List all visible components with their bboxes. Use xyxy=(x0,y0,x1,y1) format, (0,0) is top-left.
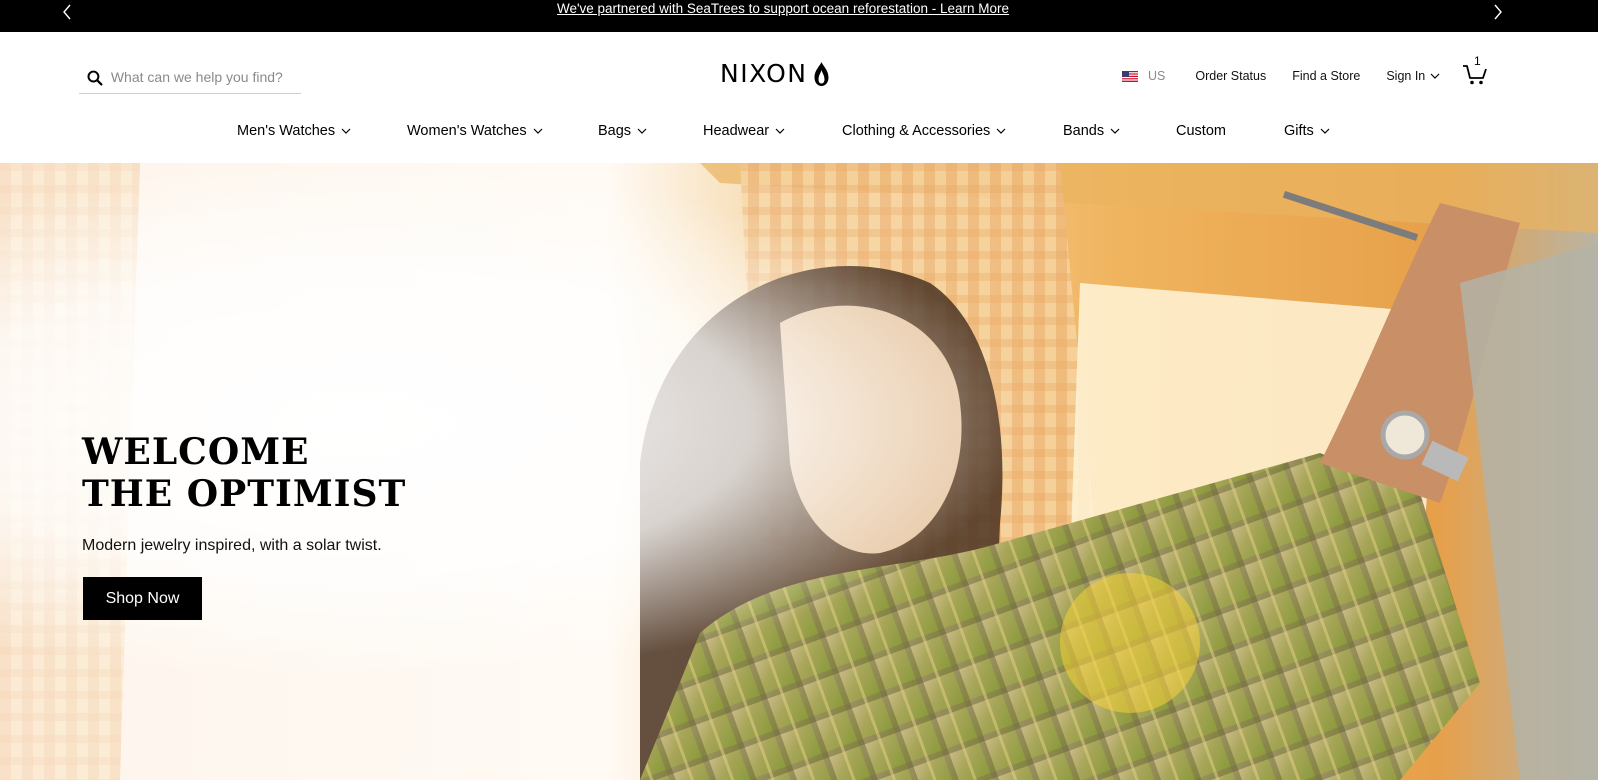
hero-subtitle: Modern jewelry inspired, with a solar tw… xyxy=(82,537,382,554)
find-store-link[interactable]: Find a Store xyxy=(1292,69,1360,83)
locale-selector[interactable]: US xyxy=(1122,69,1165,83)
nav-item-label: Bands xyxy=(1063,123,1105,139)
chevron-down-icon xyxy=(1110,128,1120,134)
shop-now-button[interactable]: Shop Now xyxy=(83,577,202,620)
chevron-right-icon[interactable] xyxy=(1488,2,1508,22)
chevron-down-icon xyxy=(1320,128,1330,134)
hero-headline-line2: THE OPTIMIST xyxy=(82,473,407,515)
nav-item-womens-watches[interactable]: Women's Watches xyxy=(407,123,543,139)
nav-item-bands[interactable]: Bands xyxy=(1063,123,1120,139)
us-flag-icon xyxy=(1122,70,1138,82)
nav-item-label: Clothing & Accessories xyxy=(842,123,991,139)
chevron-down-icon xyxy=(1430,73,1440,79)
flame-logo-icon xyxy=(814,62,829,86)
search-icon[interactable] xyxy=(87,70,103,86)
nav-item-mens-watches[interactable]: Men's Watches xyxy=(237,123,351,139)
chevron-down-icon xyxy=(637,128,647,134)
nav-item-bags[interactable]: Bags xyxy=(598,123,647,139)
nav-item-label: Men's Watches xyxy=(237,123,336,139)
nav-item-headwear[interactable]: Headwear xyxy=(703,123,785,139)
chevron-down-icon xyxy=(533,128,543,134)
nav-item-custom[interactable]: Custom xyxy=(1176,123,1226,139)
search-input[interactable] xyxy=(108,67,301,86)
main-nav: Men's Watches Women's Watches Bags Headw… xyxy=(0,123,1598,147)
order-status-link[interactable]: Order Status xyxy=(1195,69,1266,83)
nav-item-label: Bags xyxy=(598,123,632,139)
locale-label: US xyxy=(1148,69,1166,83)
logo-wordmark: NIXON xyxy=(720,59,808,88)
cart-icon xyxy=(1463,65,1487,85)
hero-banner: WELCOME THE OPTIMIST Modern jewelry insp… xyxy=(0,163,1598,780)
nav-item-label: Custom xyxy=(1176,123,1226,139)
chevron-down-icon xyxy=(341,128,351,134)
nav-item-gifts[interactable]: Gifts xyxy=(1284,123,1330,139)
nav-item-label: Gifts xyxy=(1284,123,1314,139)
cart-button[interactable]: 1 xyxy=(1462,54,1492,86)
sign-in-label: Sign In xyxy=(1386,69,1426,83)
nav-item-label: Women's Watches xyxy=(407,123,527,139)
nav-item-clothing-accessories[interactable]: Clothing & Accessories xyxy=(842,123,1006,139)
chevron-down-icon xyxy=(775,128,785,134)
hero-headline-line1: WELCOME xyxy=(82,431,310,473)
site-header: NIXON US Order Status Find a Store Sign … xyxy=(0,32,1598,164)
chevron-down-icon xyxy=(996,128,1006,134)
announcement-link[interactable]: We've partnered with SeaTrees to support… xyxy=(0,1,1566,17)
nixon-logo[interactable]: NIXON xyxy=(720,59,830,89)
sign-in-menu[interactable]: Sign In xyxy=(1386,69,1440,83)
announcement-bar: We've partnered with SeaTrees to support… xyxy=(0,0,1598,32)
nav-item-label: Headwear xyxy=(703,123,770,139)
search-bar xyxy=(79,60,301,94)
utility-nav: US Order Status Find a Store Sign In xyxy=(1122,66,1440,86)
hero-headline: WELCOME THE OPTIMIST xyxy=(82,431,406,515)
